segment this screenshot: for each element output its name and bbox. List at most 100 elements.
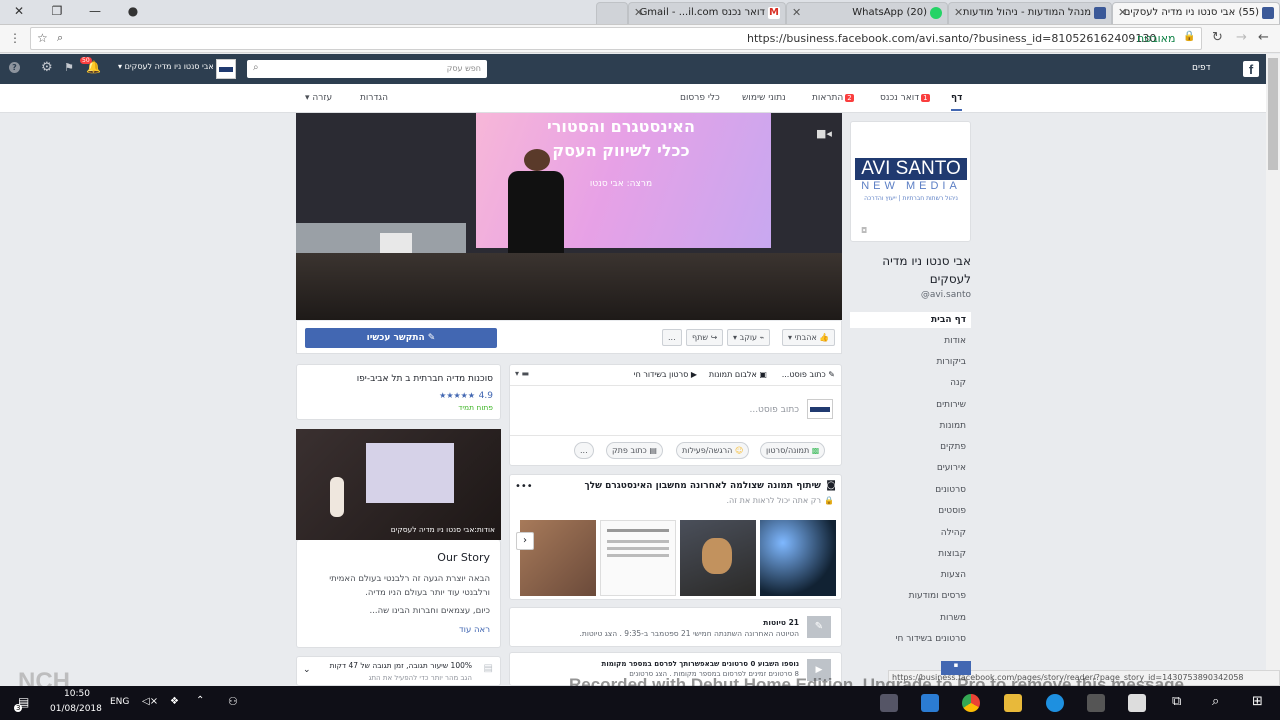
story-title[interactable]: Our Story: [437, 551, 490, 564]
tab-facebook-page[interactable]: ✕ (55) אבי סנטו ניו מדיה לעסקים: [1112, 2, 1280, 24]
search-icon[interactable]: ⌕: [1212, 694, 1219, 709]
chrome-icon[interactable]: [962, 694, 980, 712]
close-tab-icon[interactable]: ✕: [792, 3, 801, 23]
profile-picture[interactable]: AVI SANTO NEW MEDIA ניהול רשתות חברתיות …: [850, 121, 971, 242]
sidebar-item[interactable]: סרטונים: [850, 485, 971, 495]
sidebar-item[interactable]: סרטונים בשידור חי: [850, 634, 971, 644]
composer-tab-write-post[interactable]: ✎ כתוב פוסט...: [782, 370, 835, 379]
about-photo[interactable]: אודות:אבי סנטו ניו מדיה לעסקים: [296, 429, 501, 540]
camera-icon[interactable]: ◘: [861, 226, 867, 235]
see-more-link[interactable]: ראה עוד: [459, 625, 490, 635]
tab-whatsapp[interactable]: ✕ (20) WhatsApp: [786, 2, 948, 24]
sidebar-item[interactable]: קהילה: [850, 528, 971, 538]
store-icon[interactable]: [1087, 694, 1105, 712]
search-icon[interactable]: ⌕: [57, 31, 63, 45]
page-username[interactable]: @avi.santo: [850, 290, 971, 300]
edge-icon[interactable]: [1046, 694, 1064, 712]
back-icon[interactable]: ←: [1258, 30, 1269, 45]
cover-photo[interactable]: האינסטגרם והסטורי ככלי לשיווק העסק מרצה:…: [296, 113, 842, 320]
share-button[interactable]: ↪ שתף: [686, 329, 724, 346]
new-tab-button[interactable]: [596, 2, 628, 24]
tab-notifications[interactable]: 2התראות: [812, 93, 854, 103]
volume-muted-icon[interactable]: ◁×: [142, 696, 158, 707]
pages-link[interactable]: דפים: [1192, 63, 1211, 73]
tab-gmail[interactable]: ✕ דואר נכנס Gmail - ...il.com M: [628, 2, 786, 24]
reload-icon[interactable]: ↻: [1212, 30, 1223, 45]
facebook-logo-icon[interactable]: f: [1243, 61, 1259, 77]
sidebar-item[interactable]: ביקורות: [850, 357, 971, 367]
tab-settings[interactable]: הגדרות: [360, 93, 388, 103]
clock-time[interactable]: 10:50: [64, 689, 90, 699]
drafts-count[interactable]: 21 טיוטות: [763, 618, 799, 627]
search-box[interactable]: ⌕ חפש עסק: [247, 60, 487, 78]
dropbox-icon[interactable]: ❖: [170, 696, 179, 707]
minimize-icon[interactable]: —: [76, 0, 114, 24]
tab-ads-manager[interactable]: ✕ מנהל המודעות - ניהול מודעות: [948, 2, 1112, 24]
close-tab-icon[interactable]: ✕: [634, 3, 643, 23]
flag-icon[interactable]: ⚑: [64, 61, 74, 74]
address-bar[interactable]: ☆ ⌕ https://business.facebook.com/avi.sa…: [30, 27, 1202, 50]
sidebar-item[interactable]: אירועים: [850, 463, 971, 473]
sidebar-item[interactable]: קבוצות: [850, 549, 971, 559]
follow-button[interactable]: ⌁ עוקב ▾: [727, 329, 771, 346]
scrollbar-thumb[interactable]: [1268, 58, 1278, 170]
card-options-icon[interactable]: •••: [515, 481, 533, 492]
composer-tab-photo-album[interactable]: ▣ אלבום תמונות: [709, 370, 767, 379]
composer-more-button[interactable]: ...: [574, 442, 594, 459]
tab-publishing-tools[interactable]: כלי פרסום: [680, 93, 720, 103]
outlook-icon[interactable]: [921, 694, 939, 712]
instagram-photo[interactable]: [760, 520, 836, 596]
feeling-button[interactable]: ☺ הרגשה/פעילות: [676, 442, 750, 459]
instagram-photo[interactable]: [600, 520, 676, 596]
composer-tab-live-video[interactable]: ▶ סרטון בשידור חי: [634, 370, 697, 379]
call-now-button[interactable]: ✎ התקשר עכשיו: [305, 328, 497, 348]
sidebar-item[interactable]: תמונות: [850, 421, 971, 431]
chevron-down-icon[interactable]: ⌄: [303, 665, 311, 675]
sidebar-item[interactable]: משרות: [850, 613, 971, 623]
file-explorer-icon[interactable]: [1004, 694, 1022, 712]
language-indicator[interactable]: ENG: [110, 697, 129, 707]
instagram-photo[interactable]: [680, 520, 756, 596]
page-category[interactable]: סוכנות מדיה חברתית ב תל אביב-יפו: [357, 374, 493, 384]
videos-card-title[interactable]: נוספו השבוע 0 סרטונים שבאפשרותך לפרסם במ…: [602, 660, 799, 668]
rating-value[interactable]: 4.9: [479, 391, 493, 401]
tab-page[interactable]: דף: [951, 93, 963, 111]
profile-icon[interactable]: ●: [114, 0, 152, 24]
page-avatar[interactable]: [216, 59, 236, 79]
about-caption[interactable]: אודות:אבי סנטו ניו מדיה לעסקים: [391, 525, 495, 534]
page-action-chip[interactable]: ▪: [941, 661, 971, 675]
close-tab-icon[interactable]: ✕: [954, 3, 963, 23]
menu-icon[interactable]: ⋮: [9, 31, 21, 45]
page-selector[interactable]: ▾ אבי סנטו ניו מדיה לעסקים: [118, 62, 214, 71]
more-actions-button[interactable]: ...: [662, 329, 682, 346]
task-view-icon[interactable]: ⧉: [1172, 694, 1181, 709]
sidebar-item[interactable]: פוסטים: [850, 506, 971, 516]
sidebar-item[interactable]: פרסים ומודעות: [850, 591, 971, 601]
mail-icon[interactable]: [1128, 694, 1146, 712]
tab-inbox[interactable]: 1דואר נכנס: [880, 93, 930, 103]
url-text[interactable]: https://business.facebook.com/avi.santo/…: [747, 32, 1156, 45]
photo-video-button[interactable]: ▩ תמונה/סרטון: [760, 442, 826, 459]
page-name[interactable]: אבי סנטו ניו מדיה לעסקים: [850, 252, 971, 288]
search-input[interactable]: חפש עסק: [447, 64, 481, 73]
chevron-right-icon[interactable]: ›: [516, 532, 534, 550]
sidebar-item[interactable]: אודות: [850, 336, 971, 346]
search-icon[interactable]: ⌕: [253, 62, 259, 73]
restore-icon[interactable]: ❐: [38, 0, 76, 24]
close-tab-icon[interactable]: ✕: [1118, 3, 1127, 23]
sidebar-item[interactable]: שירותים: [850, 400, 971, 410]
forward-icon[interactable]: →: [1236, 30, 1247, 45]
tab-help[interactable]: עזרה ▾: [305, 93, 332, 103]
video-camera-icon[interactable]: ■◂: [816, 127, 832, 140]
drafts-detail[interactable]: הטיוטה האחרונה השתנתה חמישי 21 ספטמבר ב-…: [580, 629, 799, 638]
people-icon[interactable]: ⚇: [228, 695, 238, 708]
gear-icon[interactable]: ⚙: [41, 60, 53, 75]
sidebar-item[interactable]: הצעות: [850, 570, 971, 580]
close-window-icon[interactable]: ✕: [0, 0, 38, 24]
windows-start-icon[interactable]: ⊞: [1252, 694, 1263, 709]
tab-insights[interactable]: נתוני שימוש: [742, 93, 786, 103]
sidebar-item[interactable]: קנה: [850, 378, 971, 388]
bookmark-star-icon[interactable]: ☆: [37, 31, 48, 45]
app-icon[interactable]: [880, 694, 898, 712]
write-note-button[interactable]: ▤ כתוב פתק: [606, 442, 663, 459]
